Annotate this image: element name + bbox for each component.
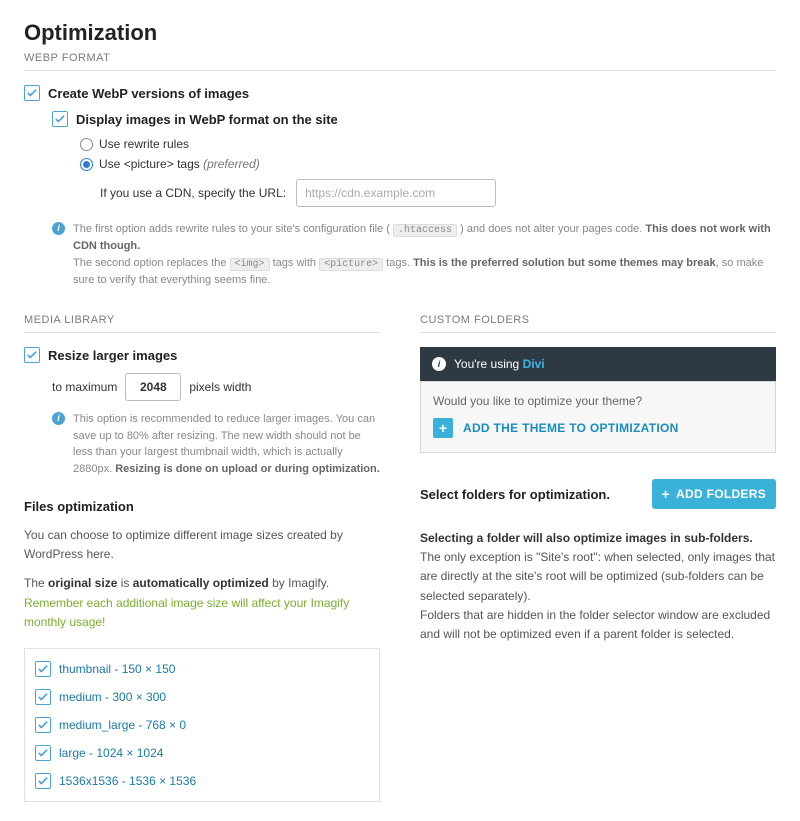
page-title: Optimization <box>24 20 776 46</box>
image-sizes-list: thumbnail - 150 × 150 medium - 300 × 300… <box>24 648 380 802</box>
size-label: medium_large - 768 × 0 <box>59 718 186 732</box>
label-resize: Resize larger images <box>48 348 177 363</box>
label-display-webp: Display images in WebP format on the sit… <box>76 112 338 127</box>
label-cdn-url: If you use a CDN, specify the URL: <box>100 186 286 200</box>
info-icon: i <box>432 357 446 371</box>
files-note: You can choose to optimize different ima… <box>24 526 380 632</box>
label-to-max: to maximum <box>52 380 117 394</box>
size-label: medium - 300 × 300 <box>59 690 166 704</box>
add-theme-button[interactable]: + ADD THE THEME TO OPTIMIZATION <box>433 418 679 438</box>
checkbox-resize[interactable] <box>24 347 40 363</box>
folder-note: Selecting a folder will also optimize im… <box>420 529 776 644</box>
section-custom-title: CUSTOM FOLDERS <box>420 314 776 333</box>
checkbox-display-webp[interactable] <box>52 111 68 127</box>
media-info-text: This option is recommended to reduce lar… <box>73 411 380 477</box>
add-folders-button[interactable]: + ADD FOLDERS <box>652 479 776 509</box>
size-label: 1536x1536 - 1536 × 1536 <box>59 774 196 788</box>
label-create-webp: Create WebP versions of images <box>48 86 249 101</box>
plus-icon: + <box>662 487 670 501</box>
files-optimization-title: Files optimization <box>24 499 380 514</box>
select-folders-label: Select folders for optimization. <box>420 487 610 502</box>
info-icon: i <box>52 222 65 235</box>
checkbox-size-large[interactable] <box>35 745 51 761</box>
max-width-input[interactable] <box>125 373 181 401</box>
theme-banner: i You're using Divi <box>420 347 776 381</box>
webp-info-text: The first option adds rewrite rules to y… <box>73 221 776 288</box>
checkbox-size-medium[interactable] <box>35 689 51 705</box>
checkbox-size-1536[interactable] <box>35 773 51 789</box>
checkbox-create-webp[interactable] <box>24 85 40 101</box>
size-label: large - 1024 × 1024 <box>59 746 163 760</box>
section-webp-title: WEBP FORMAT <box>24 52 776 71</box>
label-rewrite-rules: Use rewrite rules <box>99 137 189 151</box>
theme-question: Would you like to optimize your theme? <box>433 394 763 408</box>
section-media-title: MEDIA LIBRARY <box>24 314 380 333</box>
checkbox-size-medium-large[interactable] <box>35 717 51 733</box>
label-picture-tags: Use <picture> tags (preferred) <box>99 157 260 171</box>
checkbox-size-thumbnail[interactable] <box>35 661 51 677</box>
cdn-url-input[interactable] <box>296 179 496 207</box>
theme-name: Divi <box>523 357 545 371</box>
size-label: thumbnail - 150 × 150 <box>59 662 175 676</box>
radio-rewrite-rules[interactable] <box>80 138 93 151</box>
plus-icon: + <box>433 418 453 438</box>
label-px-width: pixels width <box>189 380 251 394</box>
info-icon: i <box>52 412 65 425</box>
radio-picture-tags[interactable] <box>80 158 93 171</box>
